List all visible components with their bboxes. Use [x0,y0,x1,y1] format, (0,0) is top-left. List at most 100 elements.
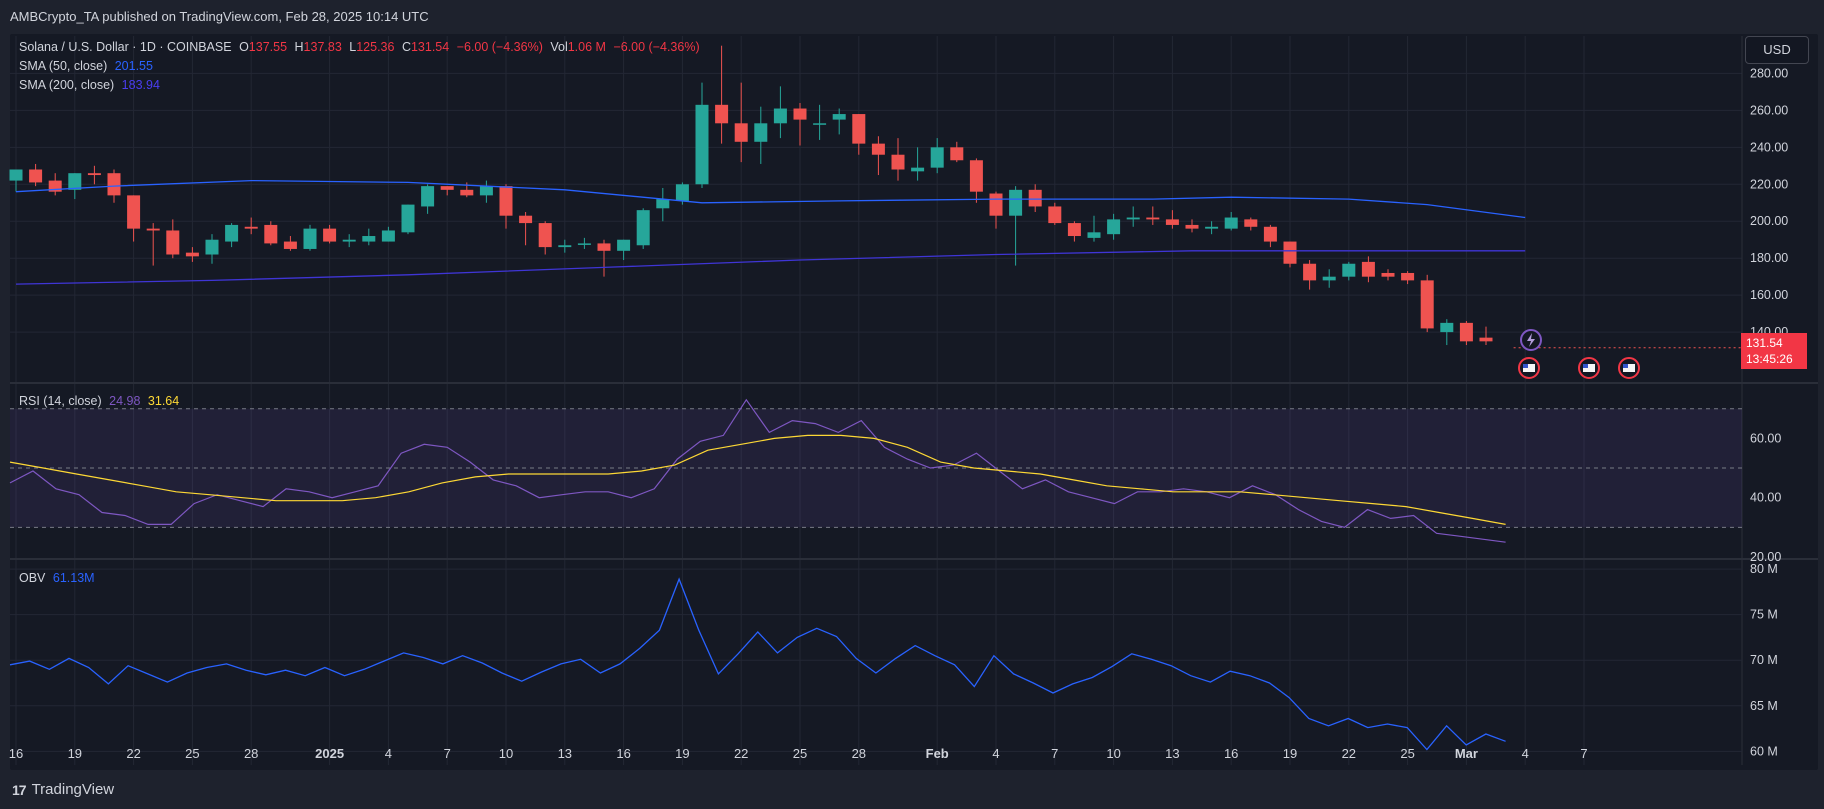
candle-body [1126,217,1140,220]
price-tick-label: 220.00 [1750,177,1788,191]
candles [9,45,1493,346]
candle-body [1244,219,1258,227]
candle-body [499,186,513,216]
candle-body [342,239,356,242]
candle-body [989,193,1003,216]
sma50-line [15,179,1526,219]
candle-body [538,223,552,248]
candle-body [323,228,337,242]
candle-body [754,123,768,142]
obv-value: 61.13M [52,571,95,585]
candle-body [1009,189,1023,216]
candle-body [1087,232,1101,238]
candle-body [68,173,82,190]
sma50-label: SMA (50, close) [19,59,108,73]
price-tick-label: 280.00 [1750,66,1788,80]
x-tick-label: 4 [992,746,999,761]
x-tick-label: 2025 [315,746,344,761]
candle-body [773,108,787,124]
candle-body [891,154,905,170]
x-tick-label: 13 [558,746,572,761]
candle-body [1303,263,1317,281]
x-tick-label: 19 [1283,746,1297,761]
candle-body [421,186,435,207]
candle-body [1381,272,1395,277]
candle-body [362,236,376,242]
candle-body [636,210,650,246]
x-tick-label: 22 [126,746,140,761]
candle-body [146,228,160,231]
candle-body [1283,241,1297,264]
obv-tick-label: 70 M [1750,653,1778,667]
candle-body [813,123,827,125]
last-price: 131.54 [1746,336,1783,350]
candle-body [793,108,807,120]
candle-body [558,245,572,248]
candle-body [1420,280,1434,329]
x-tick-label: 22 [734,746,748,761]
candle-body [303,228,317,249]
candle-body [1107,219,1121,235]
candle-body [969,160,983,192]
x-tick-label: 28 [244,746,258,761]
sma200-value: 183.94 [121,78,160,92]
candle-body [381,230,395,242]
sma200-line [15,250,1526,285]
candle-body [734,123,748,142]
candle-body [1459,322,1473,342]
x-tick-label: 7 [1051,746,1058,761]
close-label: C [401,40,411,54]
sma200-legend[interactable]: SMA (200, close) 183.94 [19,78,164,92]
sma50-legend[interactable]: SMA (50, close) 201.55 [19,59,157,73]
x-tick-label: Feb [926,746,949,761]
candle-body [519,215,533,224]
obv-tick-label: 75 M [1750,608,1778,622]
x-tick-label: 10 [1106,746,1120,761]
tradingview-logo-icon: 17 [12,781,27,798]
candle-body [1440,322,1454,333]
tradingview-brand[interactable]: 17 TradingView [12,781,114,798]
candle-body [852,114,866,144]
x-tick-label: 16 [1224,746,1238,761]
candle-body [597,243,611,251]
x-tick-label: 7 [1580,746,1587,761]
candle-body [107,173,121,196]
low-value: 125.36 [356,40,395,54]
rsi-legend[interactable]: RSI (14, close) 24.98 31.64 [19,394,183,408]
candle-body [1342,263,1356,277]
candle-body [460,189,474,196]
x-tick-label: 25 [185,746,199,761]
x-tick-label: 19 [675,746,689,761]
flag-canton-icon [1623,364,1628,368]
sma50-value: 201.55 [114,59,153,73]
candle-body [166,230,180,255]
volume-change: −6.00 (−4.36%) [613,40,700,54]
close-value: 131.54 [410,40,450,54]
candle-body [440,186,454,190]
high-label: H [294,40,304,54]
candle-body [1146,217,1160,220]
obv-legend[interactable]: OBV 61.13M [19,571,99,585]
brand-name: TradingView [31,781,115,798]
candle-body [675,184,689,201]
candle-body [656,199,670,209]
x-tick-label: Mar [1455,746,1478,761]
candle-body [1067,223,1081,237]
flag-canton-icon [1583,364,1588,368]
currency-button[interactable]: USD [1745,36,1809,64]
candle-body [127,195,141,229]
x-tick-label: 10 [499,746,513,761]
candle-body [695,104,709,185]
symbol-legend: Solana / U.S. Dollar · 1D · COINBASE O13… [19,40,704,54]
open-label: O [239,40,249,54]
candle-body [1263,226,1277,242]
candle-body [479,186,493,196]
candle-body [1224,217,1238,229]
chart-canvas[interactable]: 16 19 22 25 28 2025 4 7 10 13 16 19 22 25 28 Feb 4 7 10 13 1… [0,0,1824,809]
flag-canton-icon [1523,364,1528,368]
candle-body [950,147,964,161]
x-tick-label: 16 [616,746,630,761]
candle-body [577,243,591,245]
rsi-value: 24.98 [109,394,141,408]
x-tick-label: 16 [9,746,23,761]
